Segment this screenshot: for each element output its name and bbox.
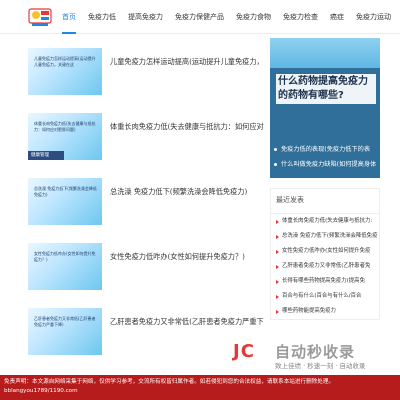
recent-post-link[interactable]: 乙肝患者免疫力又非常低(乙肝患者免 [271,259,379,274]
watermark-text: 自动秒收录 [275,343,356,361]
recent-post-link[interactable]: 长得有哪些药物提高免疫力(提高免 [271,274,379,289]
featured-article[interactable]: 什么药物提高免疫力的药物有哪些? 免疫力低的表现(免疫力低下的表 什么叫做免疫力… [270,38,380,178]
recent-post-label: 总洗澡 免疫力低下(频繁洗澡会降低免疫 [282,233,378,239]
article-list: 儿童免疫力怎样运动提高(运动提升儿童免疫力，关键在这 儿童免疫力怎样运动提高(运… [20,38,264,363]
article-item[interactable]: 女性免疫力低咋办(女性如何提升免疫力？) 女性免疫力低咋办(女性如何提升免疫力？… [20,233,264,296]
site-logo[interactable] [26,6,56,28]
article-item[interactable]: 乙肝患者免疫力又非常低(乙肝患者免疫力严重下降) 乙肝患者免疫力又非常低(乙肝患… [20,298,264,361]
recent-post-link[interactable]: 百合与有什么(百合与有什么/百合 [271,289,379,304]
recent-post-link[interactable]: 总洗澡 免疫力低下(频繁洗澡会降低免疫 [271,229,379,244]
watermark-logo: JC [233,341,255,362]
recent-post-label: 哪些药物能提高免疫力 [282,308,336,314]
featured-link-label: 什么叫做免疫力缺陷(如何提高身体 [281,161,377,168]
nav-item-immunity-check[interactable]: 免疫力检查 [283,0,318,34]
recent-post-label: 体重长肉免疫力低(失去健康与抵抗力: [282,218,373,224]
article-thumbnail[interactable]: 总洗澡 免疫力低下(频繁洗澡会降低免疫力) [28,178,102,225]
thumbnail-text: 总洗澡 免疫力低下(频繁洗澡会降低免疫力) [34,186,97,197]
recent-post-label: 长得有哪些药物提高免疫力(提高免 [282,278,365,284]
arrow-icon [276,309,279,314]
article-item[interactable]: 总洗澡 免疫力低下(频繁洗澡会降低免疫力) 总洗澡 免疫力低下(频繁洗澡会降低免… [20,168,264,231]
arrow-icon [276,264,279,269]
nav-item-immunity-exercise[interactable]: 免疫力运动 [356,0,391,34]
disclaimer-text: 免责声明：本文源自网络采集于网络，仅供学习参考，交流所有权皆归属作者。如若侵犯到… [4,379,335,385]
bullet-icon [274,148,277,151]
article-title[interactable]: 乙肝患者免疫力又非常低(乙肝患者免疫力严重下降) [110,317,264,327]
arrow-icon [276,249,279,254]
recent-post-link[interactable]: 哪些药物能提高免疫力 [271,304,379,319]
nav-item-home[interactable]: 首页 [62,0,76,34]
bullet-icon [274,163,277,166]
recent-post-link[interactable]: 女性免疫力低咋办(女性如何提升免疫 [271,244,379,259]
arrow-icon [276,219,279,224]
article-item[interactable]: 儿童免疫力怎样运动提高(运动提升儿童免疫力，关键在这 儿童免疫力怎样运动提高(运… [20,38,264,101]
top-navbar: 首页 免疫力低 提高免疫力 免疫力保健产品 免疫力食物 免疫力检查 癌症 免疫力… [0,0,400,34]
article-thumbnail[interactable]: 体重长肉免疫力低(失去健康与抵抗力：如何应对肥胖问题) 健康管理 [28,113,102,160]
thumbnail-footer: 健康管理 [28,151,64,160]
featured-image [270,38,380,68]
watermark-subtext: 致上佳绩 · 秒速一刻 · 自动收录 [275,362,366,370]
recent-post-label: 女性免疫力低咋办(女性如何提升免疫 [282,248,371,254]
article-thumbnail[interactable]: 儿童免疫力怎样运动提高(运动提升儿童免疫力，关键在这 [28,48,102,95]
watermark: JC 自动秒收录 致上佳绩 · 秒速一刻 · 自动收录 [233,339,393,375]
nav-item-boost-immunity[interactable]: 提高免疫力 [128,0,163,34]
thumbnail-text: 女性免疫力低咋办(女性如何提升免疫力？) [34,251,96,262]
disclaimer-banner: 免责声明：本文源自网络采集于网络，仅供学习参考，交流所有权皆归属作者。如若侵犯到… [0,375,400,400]
thumbnail-text: 儿童免疫力怎样运动提高(运动提升儿童免疫力，关键在这 [34,56,96,67]
thumbnail-text: 体重长肉免疫力低(失去健康与抵抗力：如何应对肥胖问题) [34,121,96,132]
nav-item-immunity-food[interactable]: 免疫力食物 [236,0,271,34]
nav-item-health-products[interactable]: 免疫力保健产品 [175,0,224,34]
recent-posts-heading: 最近发表 [271,189,379,214]
featured-link[interactable]: 免疫力低的表现(免疫力低下的表 [274,142,378,157]
arrow-icon [276,234,279,239]
article-thumbnail[interactable]: 乙肝患者免疫力又非常低(乙肝患者免疫力严重下降) [28,308,102,355]
main-nav: 首页 免疫力低 提高免疫力 免疫力保健产品 免疫力食物 免疫力检查 癌症 免疫力… [62,0,400,34]
article-title[interactable]: 儿童免疫力怎样运动提高(运动提升儿童免疫力，关键在 [110,57,264,67]
featured-link-label: 免疫力低的表现(免疫力低下的表 [281,146,371,153]
recent-posts-widget: 最近发表 体重长肉免疫力低(失去健康与抵抗力: 总洗澡 免疫力低下(频繁洗澡会降… [270,188,380,320]
recent-post-label: 百合与有什么(百合与有什么/百合 [282,293,362,299]
article-item[interactable]: 体重长肉免疫力低(失去健康与抵抗力：如何应对肥胖问题) 健康管理 体重长肉免疫力… [20,103,264,166]
featured-link[interactable]: 什么叫做免疫力缺陷(如何提高身体 [274,157,378,172]
article-title[interactable]: 体重长肉免疫力低(失去健康与抵抗力：如何应对肥胖问 [110,122,264,132]
featured-title[interactable]: 什么药物提高免疫力的药物有哪些? [276,74,376,104]
nav-item-cancer[interactable]: 癌症 [330,0,344,34]
article-title[interactable]: 女性免疫力低咋办(女性如何提升免疫力？) [110,252,264,262]
article-thumbnail[interactable]: 女性免疫力低咋办(女性如何提升免疫力？) [28,243,102,290]
arrow-icon [276,294,279,299]
recent-post-link[interactable]: 体重长肉免疫力低(失去健康与抵抗力: [271,214,379,229]
recent-post-label: 乙肝患者免疫力又非常低(乙肝患者免 [282,263,371,269]
featured-links: 免疫力低的表现(免疫力低下的表 什么叫做免疫力缺陷(如何提高身体 [274,142,378,172]
article-title[interactable]: 总洗澡 免疫力低下(频繁洗澡会降低免疫力) [110,187,264,197]
sidebar: 什么药物提高免疫力的药物有哪些? 免疫力低的表现(免疫力低下的表 什么叫做免疫力… [270,38,380,320]
thumbnail-text: 乙肝患者免疫力又非常低(乙肝患者免疫力严重下降) [34,316,96,327]
nav-item-low-immunity[interactable]: 免疫力低 [88,0,116,34]
disclaimer-url[interactable]: bblangyou1789/1190.com [4,387,396,396]
arrow-icon [276,279,279,284]
